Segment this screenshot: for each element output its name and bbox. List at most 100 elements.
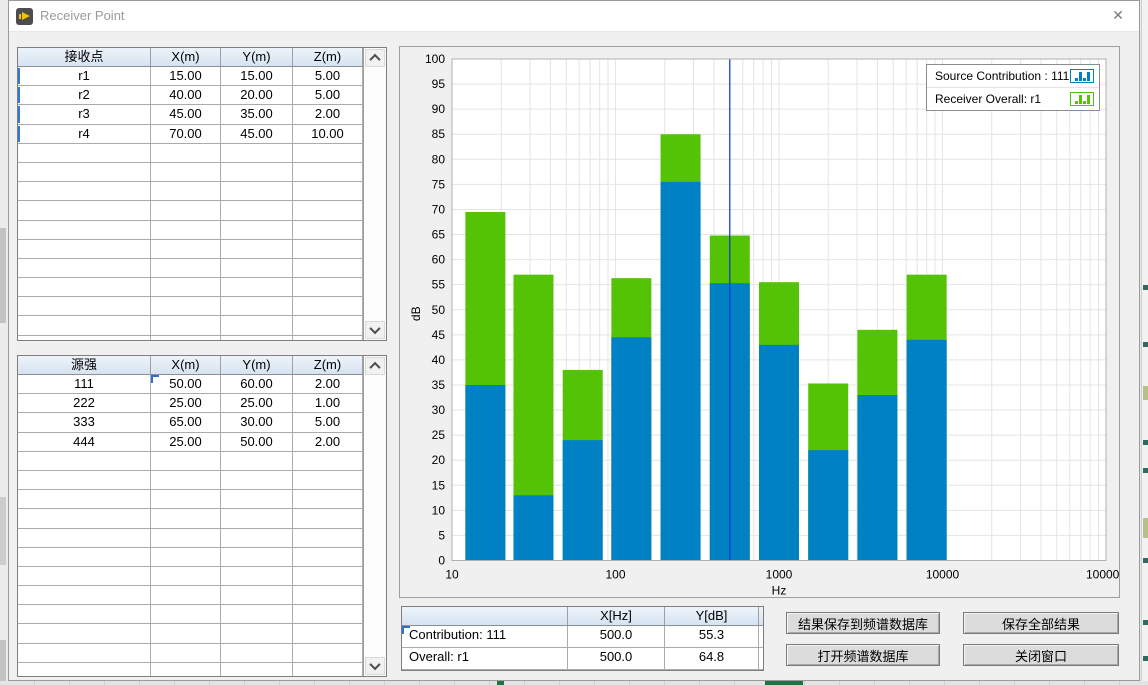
table-cell[interactable] [18, 529, 151, 547]
table-cell[interactable] [18, 163, 151, 181]
table-row[interactable] [18, 259, 364, 278]
table-cell[interactable] [221, 567, 293, 585]
table-cell[interactable] [18, 316, 151, 334]
table-cell[interactable] [293, 163, 363, 181]
table-cell[interactable]: 25.00 [151, 394, 221, 412]
table-row[interactable] [18, 586, 364, 605]
table-row[interactable] [18, 278, 364, 297]
table-row[interactable] [18, 240, 364, 259]
table-row[interactable]: 44425.0050.002.00 [18, 433, 364, 452]
table-cell[interactable] [221, 259, 293, 277]
table-row[interactable] [18, 221, 364, 240]
table-cell[interactable] [221, 316, 293, 334]
table-cell[interactable] [293, 605, 363, 623]
table-cell[interactable]: 45.00 [221, 125, 293, 143]
table-cell[interactable]: 45.00 [151, 105, 221, 123]
table-row[interactable] [18, 663, 364, 676]
table-cell[interactable] [293, 221, 363, 239]
cursor-info-table[interactable]: X[Hz]Y[dB]Contribution: 111500.055.3Over… [401, 606, 764, 671]
table-row[interactable] [18, 163, 364, 182]
table-cell[interactable] [293, 452, 363, 470]
table-cell[interactable] [18, 644, 151, 662]
table-cell[interactable]: 50.00 [221, 433, 293, 451]
table-cell[interactable]: 444 [18, 433, 151, 451]
table-cell[interactable] [221, 490, 293, 508]
table-cell[interactable]: 60.00 [221, 375, 293, 393]
table-row[interactable] [18, 567, 364, 586]
table-cell[interactable] [18, 240, 151, 258]
table-cell[interactable] [293, 278, 363, 296]
table-cell[interactable]: 25.00 [151, 433, 221, 451]
table-cell[interactable] [151, 201, 221, 219]
table-cell[interactable]: 35.00 [221, 105, 293, 123]
table-row[interactable]: 22225.0025.001.00 [18, 394, 364, 413]
table-cell[interactable] [151, 452, 221, 470]
table-cell[interactable] [151, 297, 221, 315]
save-all-results-button[interactable]: 保存全部结果 [963, 612, 1119, 634]
table-cell[interactable] [18, 259, 151, 277]
table-cell[interactable] [18, 452, 151, 470]
table-cell[interactable] [293, 297, 363, 315]
receiver-table-scrollbar[interactable] [363, 48, 386, 340]
table-cell[interactable] [18, 605, 151, 623]
table-cell[interactable] [293, 624, 363, 642]
table-cell[interactable]: r4 [18, 125, 151, 143]
table-cell[interactable] [151, 605, 221, 623]
table-cell[interactable] [293, 586, 363, 604]
table-cell[interactable]: 40.00 [151, 86, 221, 104]
table-cell[interactable] [151, 316, 221, 334]
table-cell[interactable] [221, 452, 293, 470]
table-cell[interactable] [221, 529, 293, 547]
scroll-up-button[interactable] [365, 357, 385, 375]
table-cell[interactable] [151, 163, 221, 181]
table-cell[interactable]: 2.00 [293, 433, 363, 451]
table-cell[interactable]: r2 [18, 86, 151, 104]
table-cell[interactable] [221, 221, 293, 239]
table-cell[interactable] [293, 316, 363, 334]
table-cell[interactable] [151, 259, 221, 277]
info-row[interactable]: Contribution: 111500.055.3 [402, 626, 763, 648]
table-cell[interactable] [221, 297, 293, 315]
table-row[interactable] [18, 297, 364, 316]
table-cell[interactable] [221, 644, 293, 662]
table-row[interactable] [18, 529, 364, 548]
table-cell[interactable] [18, 586, 151, 604]
table-cell[interactable]: 111 [18, 375, 151, 393]
table-cell[interactable]: Contribution: 111 [402, 626, 568, 647]
table-cell[interactable]: 1.00 [293, 394, 363, 412]
table-cell[interactable]: 20.00 [221, 86, 293, 104]
table-cell[interactable]: 5.00 [293, 413, 363, 431]
table-cell[interactable] [18, 278, 151, 296]
source-table[interactable]: 源强X(m)Y(m)Z(m)11150.0060.002.0022225.002… [17, 355, 387, 677]
table-cell[interactable] [293, 182, 363, 200]
open-spectrum-db-button[interactable]: 打开频谱数据库 [786, 644, 940, 666]
table-cell[interactable] [221, 240, 293, 258]
table-cell[interactable] [18, 471, 151, 489]
table-cell[interactable] [221, 163, 293, 181]
table-row[interactable] [18, 490, 364, 509]
table-cell[interactable] [293, 201, 363, 219]
table-row[interactable] [18, 452, 364, 471]
table-row[interactable]: 11150.0060.002.00 [18, 375, 364, 394]
close-button[interactable]: ✕ [1097, 1, 1139, 30]
table-cell[interactable]: 64.8 [665, 648, 759, 669]
table-cell[interactable] [18, 548, 151, 566]
table-cell[interactable] [18, 144, 151, 162]
scroll-down-button[interactable] [365, 321, 385, 339]
table-row[interactable] [18, 201, 364, 220]
table-cell[interactable] [18, 336, 151, 340]
table-cell[interactable] [221, 201, 293, 219]
table-row[interactable] [18, 182, 364, 201]
table-row[interactable] [18, 644, 364, 663]
table-row[interactable] [18, 605, 364, 624]
table-row[interactable] [18, 336, 364, 340]
info-row[interactable]: Overall: r1500.064.8 [402, 648, 763, 670]
table-cell[interactable] [293, 336, 363, 340]
table-cell[interactable] [151, 529, 221, 547]
table-cell[interactable]: 50.00 [151, 375, 221, 393]
table-cell[interactable]: 25.00 [221, 394, 293, 412]
table-cell[interactable] [151, 221, 221, 239]
table-row[interactable] [18, 144, 364, 163]
table-row[interactable] [18, 548, 364, 567]
table-cell[interactable]: 500.0 [568, 648, 665, 669]
